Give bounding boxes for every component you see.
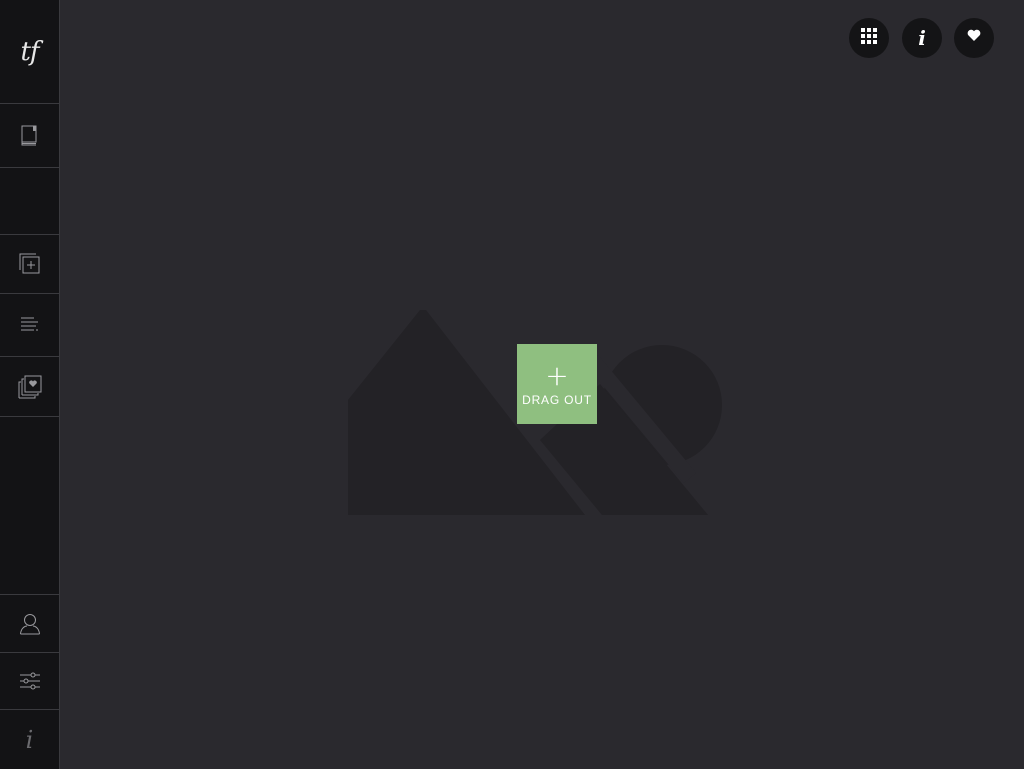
heart-icon (967, 29, 981, 47)
logo[interactable]: tf (0, 0, 59, 104)
grid-button[interactable] (849, 18, 889, 58)
info-button[interactable]: i (902, 18, 942, 58)
sidebar-item-settings[interactable] (0, 653, 59, 710)
sidebar-item-favorites[interactable] (0, 357, 59, 417)
user-icon (19, 612, 41, 636)
sidebar-item-text[interactable] (0, 294, 59, 357)
text-align-icon (20, 316, 40, 334)
favorite-button[interactable] (954, 18, 994, 58)
sidebar-item-add-layer[interactable] (0, 235, 59, 294)
plus-icon: + (545, 359, 569, 392)
app-root: tf i i + DRAG OUT (0, 0, 1024, 769)
sliders-icon (19, 671, 41, 691)
sidebar: tf i (0, 0, 60, 769)
book-icon (20, 124, 40, 148)
info-icon: i (25, 725, 34, 754)
sidebar-item-info[interactable]: i (0, 710, 59, 769)
favorites-icon (17, 374, 43, 400)
logo-text: tf (20, 36, 39, 67)
drag-out-label: DRAG OUT (522, 393, 592, 407)
sidebar-item-book[interactable] (0, 104, 59, 168)
sidebar-spacer (0, 417, 59, 595)
add-layer-icon (18, 252, 42, 276)
sidebar-item-empty (0, 168, 59, 235)
sidebar-item-user[interactable] (0, 595, 59, 653)
grid-icon (861, 27, 877, 49)
info-icon: i (918, 26, 926, 50)
drag-out-button[interactable]: + DRAG OUT (517, 344, 597, 424)
